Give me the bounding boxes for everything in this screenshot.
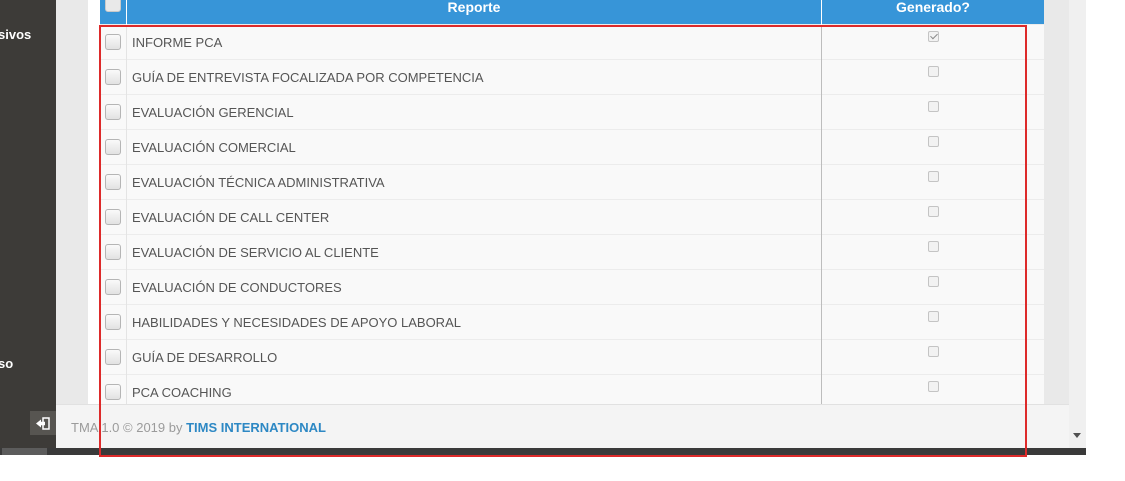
row-select-cell bbox=[100, 94, 127, 130]
row-select-cell bbox=[100, 199, 127, 235]
row-select-checkbox[interactable] bbox=[105, 244, 121, 261]
taskbar bbox=[0, 448, 1086, 455]
report-name: EVALUACIÓN TÉCNICA ADMINISTRATIVA bbox=[126, 164, 822, 200]
column-header-generado[interactable]: Generado? bbox=[821, 0, 1044, 25]
generated-cell bbox=[821, 269, 1044, 305]
row-select-checkbox[interactable] bbox=[105, 34, 121, 51]
select-all-header bbox=[100, 0, 127, 25]
report-name: EVALUACIÓN COMERCIAL bbox=[126, 129, 822, 165]
generated-cell bbox=[821, 164, 1044, 200]
generated-checkbox bbox=[927, 241, 939, 252]
report-name: HABILIDADES Y NECESIDADES DE APOYO LABOR… bbox=[126, 304, 822, 340]
logout-button[interactable] bbox=[30, 411, 56, 435]
generated-checkbox bbox=[927, 206, 939, 217]
report-name: INFORME PCA bbox=[126, 24, 822, 60]
generated-checkbox bbox=[927, 311, 939, 322]
footer-copyright: TMA 1.0 © 2019 by bbox=[71, 420, 187, 435]
table-row[interactable]: EVALUACIÓN DE SERVICIO AL CLIENTE bbox=[100, 234, 1044, 270]
row-select-cell bbox=[100, 339, 127, 375]
footer: TMA 1.0 © 2019 by TIMS INTERNATIONAL bbox=[56, 404, 1069, 449]
table-row[interactable]: EVALUACIÓN DE CALL CENTER bbox=[100, 199, 1044, 235]
row-select-cell bbox=[100, 59, 127, 95]
generated-checkbox bbox=[927, 66, 939, 77]
scrollbar[interactable] bbox=[1069, 0, 1086, 448]
generated-cell bbox=[821, 234, 1044, 270]
table-row[interactable]: HABILIDADES Y NECESIDADES DE APOYO LABOR… bbox=[100, 304, 1044, 340]
scroll-down-arrow-icon[interactable] bbox=[1073, 433, 1081, 438]
sidebar: sivos so bbox=[0, 0, 56, 448]
table-row[interactable]: EVALUACIÓN GERENCIAL bbox=[100, 94, 1044, 130]
row-select-cell bbox=[100, 164, 127, 200]
row-select-checkbox[interactable] bbox=[105, 69, 121, 86]
sidebar-item-partial-1[interactable]: sivos bbox=[0, 27, 31, 42]
generated-checkbox bbox=[927, 101, 939, 112]
generated-cell bbox=[821, 129, 1044, 165]
row-select-checkbox[interactable] bbox=[105, 314, 121, 331]
row-select-checkbox[interactable] bbox=[105, 104, 121, 121]
row-select-checkbox[interactable] bbox=[105, 279, 121, 296]
generated-checkbox bbox=[927, 381, 939, 392]
row-select-checkbox[interactable] bbox=[105, 174, 121, 191]
row-select-checkbox[interactable] bbox=[105, 209, 121, 226]
row-select-cell bbox=[100, 269, 127, 305]
generated-checkbox bbox=[927, 136, 939, 147]
generated-checkbox bbox=[927, 276, 939, 287]
report-name: EVALUACIÓN DE SERVICIO AL CLIENTE bbox=[126, 234, 822, 270]
table-row[interactable]: GUÍA DE DESARROLLO bbox=[100, 339, 1044, 375]
footer-brand-link[interactable]: TIMS INTERNATIONAL bbox=[186, 420, 326, 435]
reports-table-body: INFORME PCA GUÍA DE ENTREVISTA FOCALIZADA… bbox=[100, 24, 1044, 409]
report-name: GUÍA DE DESARROLLO bbox=[126, 339, 822, 375]
table-row[interactable]: EVALUACIÓN TÉCNICA ADMINISTRATIVA bbox=[100, 164, 1044, 200]
generated-checkbox bbox=[927, 346, 939, 357]
footer-text: TMA 1.0 © 2019 by TIMS INTERNATIONAL bbox=[71, 420, 326, 435]
row-select-cell bbox=[100, 24, 127, 60]
generated-cell bbox=[821, 94, 1044, 130]
sign-out-icon bbox=[36, 416, 50, 430]
row-select-checkbox[interactable] bbox=[105, 384, 121, 401]
generated-cell bbox=[821, 199, 1044, 235]
generated-cell bbox=[821, 339, 1044, 375]
taskbar-tab[interactable] bbox=[2, 448, 47, 455]
generated-checkbox bbox=[927, 171, 939, 182]
row-select-checkbox[interactable] bbox=[105, 139, 121, 156]
row-select-checkbox[interactable] bbox=[105, 349, 121, 366]
report-name: EVALUACIÓN DE CALL CENTER bbox=[126, 199, 822, 235]
report-name: GUÍA DE ENTREVISTA FOCALIZADA POR COMPET… bbox=[126, 59, 822, 95]
table-row[interactable]: INFORME PCA bbox=[100, 24, 1044, 60]
table-row[interactable]: EVALUACIÓN DE CONDUCTORES bbox=[100, 269, 1044, 305]
generated-cell bbox=[821, 24, 1044, 60]
table-row[interactable]: EVALUACIÓN COMERCIAL bbox=[100, 129, 1044, 165]
row-select-cell bbox=[100, 129, 127, 165]
row-select-cell bbox=[100, 234, 127, 270]
generated-cell bbox=[821, 59, 1044, 95]
report-name: EVALUACIÓN GERENCIAL bbox=[126, 94, 822, 130]
generated-checkbox bbox=[927, 31, 939, 42]
row-select-cell bbox=[100, 304, 127, 340]
column-header-reporte[interactable]: Reporte bbox=[126, 0, 822, 25]
generated-cell bbox=[821, 304, 1044, 340]
report-name: EVALUACIÓN DE CONDUCTORES bbox=[126, 269, 822, 305]
select-all-checkbox[interactable] bbox=[105, 0, 121, 12]
table-row[interactable]: GUÍA DE ENTREVISTA FOCALIZADA POR COMPET… bbox=[100, 59, 1044, 95]
reports-table: Reporte Generado? INFORME PCA GUÍA DE ENT… bbox=[100, 0, 1044, 409]
sidebar-item-partial-2[interactable]: so bbox=[0, 356, 13, 371]
